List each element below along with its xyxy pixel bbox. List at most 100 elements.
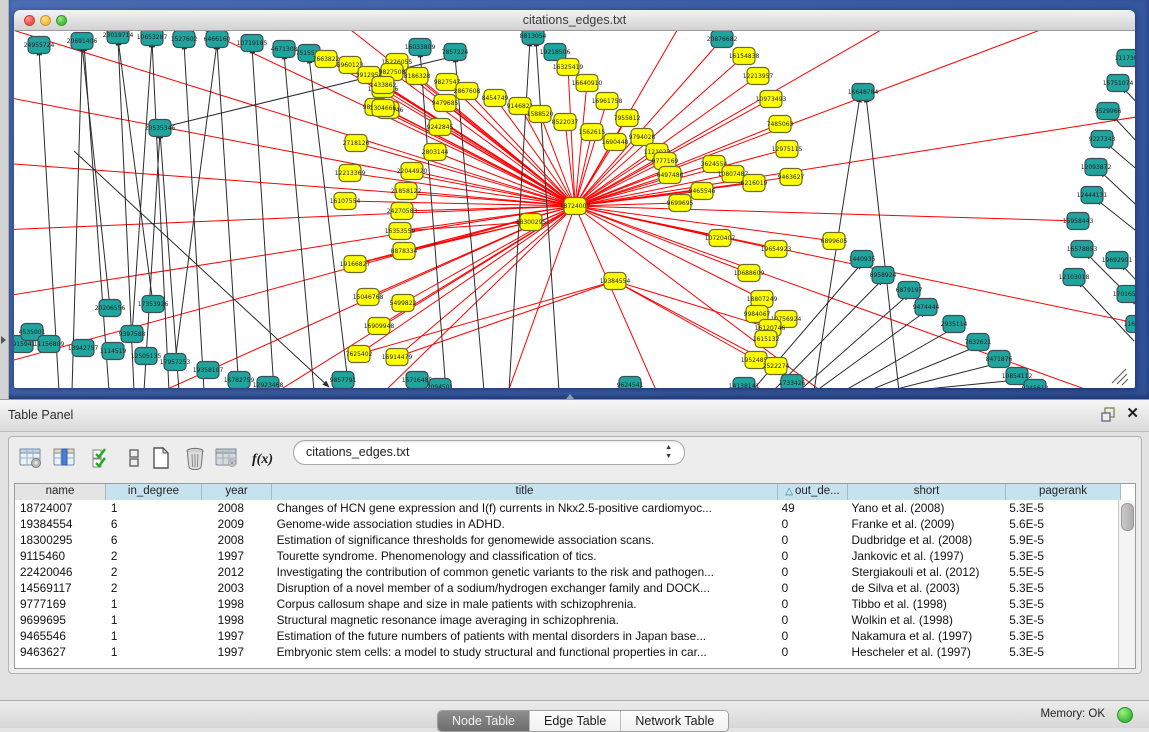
cell-outde[interactable]: 0 bbox=[777, 596, 847, 612]
graph-node[interactable]: 9474444 bbox=[913, 299, 940, 316]
cell-title[interactable]: Embryonic stem cells: a model to study s… bbox=[272, 644, 777, 660]
graph-node[interactable]: 6497486 bbox=[657, 167, 684, 184]
edge[interactable] bbox=[1100, 171, 1135, 231]
edge[interactable] bbox=[1106, 143, 1135, 201]
citation-edge[interactable] bbox=[440, 127, 575, 206]
edge[interactable] bbox=[816, 311, 926, 388]
column-header-name[interactable]: name bbox=[15, 484, 106, 500]
graph-node[interactable]: 7663822 bbox=[313, 51, 340, 68]
graph-node[interactable]: 16578853 bbox=[1067, 241, 1098, 258]
graph-node[interactable]: 9624541 bbox=[617, 377, 644, 389]
row-height-icon[interactable] bbox=[120, 444, 148, 472]
cell-name[interactable]: 9463627 bbox=[15, 644, 106, 660]
graph-node[interactable]: 12213369 bbox=[335, 165, 366, 182]
cell-indegree[interactable]: 2 bbox=[106, 548, 202, 564]
cell-short[interactable]: Tibbo et al. (1998) bbox=[847, 596, 1005, 612]
graph-node[interactable]: 8878334 bbox=[391, 243, 418, 260]
cell-pagerank[interactable]: 5.3E-5 bbox=[1004, 548, 1119, 564]
graph-node[interactable]: 19654923 bbox=[761, 241, 792, 258]
citation-edge[interactable] bbox=[575, 132, 592, 206]
cell-year[interactable]: 2003 bbox=[202, 580, 272, 596]
cell-name[interactable]: 14569117 bbox=[15, 580, 106, 596]
cell-name[interactable]: 18724007 bbox=[15, 500, 106, 516]
graph-node[interactable]: 16782759 bbox=[224, 372, 255, 389]
graph-node[interactable]: 16909948 bbox=[364, 318, 395, 335]
cell-indegree[interactable]: 1 bbox=[106, 612, 202, 628]
edge[interactable] bbox=[160, 56, 455, 128]
table-selector[interactable]: citations_edges.txt ▲▼ bbox=[293, 440, 685, 465]
graph-node[interactable]: 9242845 bbox=[427, 119, 454, 136]
graph-node[interactable]: 8454749 bbox=[482, 90, 509, 107]
network-canvas[interactable]: 24955724 20691406 23019714 10653287 1527… bbox=[14, 31, 1135, 388]
graph-node[interactable]: 20535346 bbox=[145, 120, 176, 137]
cell-short[interactable]: Franke et al. (2009) bbox=[847, 516, 1005, 532]
cell-short[interactable]: Yano et al. (2008) bbox=[847, 500, 1005, 516]
graph-node[interactable]: 15958443 bbox=[1063, 213, 1094, 230]
tab-edge-table[interactable]: Edge Table bbox=[530, 711, 621, 731]
edge[interactable] bbox=[132, 41, 152, 334]
graph-node[interactable]: 16961758 bbox=[592, 93, 623, 110]
table-row[interactable]: 946554611997Estimation of the future num… bbox=[15, 628, 1119, 644]
cell-title[interactable]: Tourette syndrome. Phenomenology and cla… bbox=[272, 548, 777, 564]
cell-year[interactable]: 1997 bbox=[202, 548, 272, 564]
table-row[interactable]: 1830029562008Estimation of significance … bbox=[15, 532, 1119, 548]
graph-node[interactable]: 17353926 bbox=[138, 296, 169, 313]
graph-node[interactable]: 8958924 bbox=[870, 267, 897, 284]
cell-pagerank[interactable]: 5.6E-5 bbox=[1004, 516, 1119, 532]
graph-node[interactable]: 7485063 bbox=[767, 116, 794, 133]
graph-node[interactable]: 2718126 bbox=[343, 135, 370, 152]
cell-short[interactable]: Stergiakouli et al. (2012) bbox=[847, 564, 1005, 580]
graph-node[interactable]: 2935114 bbox=[941, 316, 968, 333]
graph-node[interactable]: 8471876 bbox=[986, 351, 1013, 368]
graph-node[interactable]: 19358107 bbox=[193, 362, 224, 379]
cell-title[interactable]: Estimation of significance thresholds fo… bbox=[272, 532, 777, 548]
cell-outde[interactable]: 0 bbox=[777, 516, 847, 532]
cell-name[interactable]: 9777169 bbox=[15, 596, 106, 612]
graph-node[interactable]: 20691406 bbox=[67, 33, 98, 50]
cell-year[interactable]: 1997 bbox=[202, 644, 272, 660]
graph-node[interactable]: 19166827 bbox=[340, 256, 371, 273]
graph-node[interactable]: 1733426 bbox=[779, 375, 806, 389]
select-rows-icon[interactable] bbox=[87, 444, 115, 472]
edge[interactable] bbox=[1112, 115, 1135, 171]
cell-outde[interactable]: 0 bbox=[777, 612, 847, 628]
citation-edge[interactable] bbox=[575, 206, 674, 388]
column-header-short[interactable]: short bbox=[848, 484, 1006, 500]
function-builder-icon[interactable]: f(x) bbox=[249, 444, 277, 472]
graph-node[interactable]: 2522274 bbox=[763, 358, 790, 375]
edge[interactable] bbox=[866, 96, 899, 388]
column-header-outde[interactable]: △out_de... bbox=[778, 484, 848, 500]
tab-network-table[interactable]: Network Table bbox=[621, 711, 728, 731]
cell-name[interactable]: 18300295 bbox=[15, 532, 106, 548]
graph-node[interactable]: 9227343 bbox=[1089, 131, 1116, 148]
graph-node[interactable]: 1167551 bbox=[1124, 316, 1135, 333]
graph-node[interactable]: 18300295 bbox=[516, 214, 547, 231]
citation-edge[interactable] bbox=[575, 206, 1078, 221]
graph-node[interactable]: 12923468 bbox=[253, 377, 284, 389]
cell-pagerank[interactable]: 5.3E-5 bbox=[1004, 580, 1119, 596]
graph-node[interactable]: 1562615 bbox=[579, 124, 606, 141]
cell-indegree[interactable]: 1 bbox=[106, 644, 202, 660]
graph-node[interactable]: 5499822 bbox=[390, 295, 417, 312]
cell-pagerank[interactable]: 5.3E-5 bbox=[1004, 500, 1119, 516]
table-body[interactable]: 1872400712008Changes of HCN gene express… bbox=[15, 500, 1119, 668]
graph-node[interactable]: 9479685 bbox=[432, 95, 459, 112]
cell-title[interactable]: Structural magnetic resonance image aver… bbox=[272, 612, 777, 628]
graph-node[interactable]: 20876682 bbox=[707, 31, 738, 48]
cell-title[interactable]: Corpus callosum shape and size in male p… bbox=[272, 596, 777, 612]
float-panel-icon[interactable] bbox=[1101, 407, 1116, 422]
cell-short[interactable]: Jankovic et al. (1997) bbox=[847, 548, 1005, 564]
cell-name[interactable]: 9699695 bbox=[15, 612, 106, 628]
cell-title[interactable]: Disruption of a novel member of a sodium… bbox=[272, 580, 777, 596]
graph-node[interactable]: 10719185 bbox=[237, 35, 268, 52]
cell-outde[interactable]: 0 bbox=[777, 644, 847, 660]
cell-year[interactable]: 1997 bbox=[202, 628, 272, 644]
graph-node[interactable]: 19692901 bbox=[1102, 252, 1133, 269]
cell-indegree[interactable]: 1 bbox=[106, 596, 202, 612]
citation-edge[interactable] bbox=[435, 152, 575, 206]
network-window-titlebar[interactable]: citations_edges.txt bbox=[14, 10, 1135, 31]
cell-indegree[interactable]: 1 bbox=[106, 500, 202, 516]
graph-node[interactable]: 13942757 bbox=[68, 340, 99, 357]
splitter-handle-icon[interactable] bbox=[566, 394, 574, 399]
tab-node-table[interactable]: Node Table bbox=[438, 711, 530, 731]
